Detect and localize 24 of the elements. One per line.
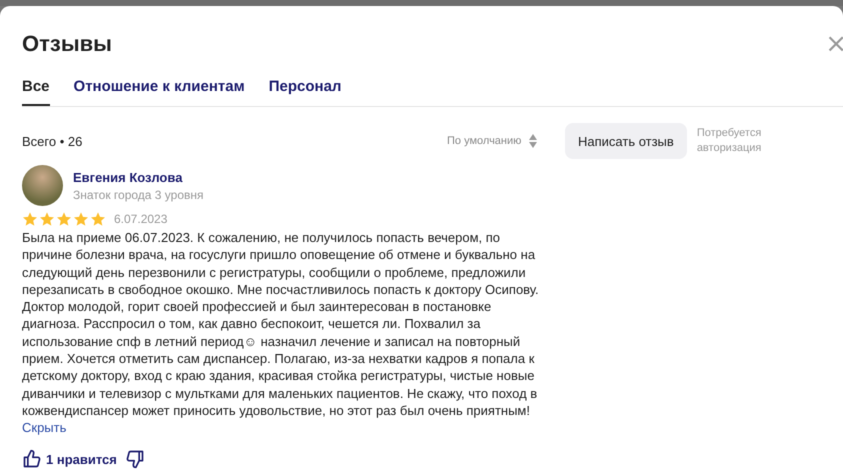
star-icon: [73, 211, 89, 227]
thumbs-down-icon: [124, 449, 145, 470]
sort-button[interactable]: По умолчанию: [447, 134, 565, 148]
auth-note: Потребуется авторизация: [696, 126, 762, 156]
star-icon: [56, 211, 72, 227]
collapse-link[interactable]: Скрыть: [22, 420, 66, 436]
sort-icon: [529, 134, 538, 148]
review-count: Всего • 26: [22, 134, 84, 148]
tab[interactable]: Персонал: [268, 78, 342, 106]
avatar: [22, 165, 63, 206]
review-date: 6.07.2023: [114, 212, 168, 226]
dislike-button[interactable]: [124, 449, 145, 470]
author-level: Знаток города 3 уровня: [73, 188, 204, 202]
star-icon: [22, 211, 38, 227]
star-icon: [90, 211, 106, 227]
review-text: Была на приеме 06.07.2023. К сожалению, не получилось попасть вечером, по причине болезни врача, на госуслуги пришло оповещение об отмене и буквально на следующий день перезвонили с регистратуры, сообщили о проблеме, предложили перезаписать в свободное окошко. Мне посчастливилось попасть к доктору Осипову. Доктор молодой, горит своей профессией и был заинтересован в постановке диагноза. Расспросил о том, как давно беспокоит, чешется ли. Похвалил за использование спф в летний период☺ назначил лечение и записал на повторный прием. Хочется отметить сам диспансер. Полагаю, из-за нехватки кадров я попала к детскому доктору, вход с краю здания, красивая стойка регистратуры, чистые новые диванчики и телевизор с мультками для маленьких пациентов. Не скажу, что поход в кожвендиспансер может приносить удовольствие, но этот раз был очень приятным!: [22, 229, 540, 420]
author-name[interactable]: Евгения Козлова: [73, 170, 204, 184]
dialog-title: Отзывы: [22, 31, 112, 57]
tab[interactable]: Отношение к клиентам: [74, 78, 245, 106]
like-button[interactable]: 1 нравится: [22, 449, 117, 470]
thumbs-up-icon: [22, 449, 42, 470]
tab[interactable]: Все: [22, 78, 50, 106]
write-review-button[interactable]: Написать отзыв: [565, 123, 687, 159]
star-icon: [39, 211, 55, 227]
